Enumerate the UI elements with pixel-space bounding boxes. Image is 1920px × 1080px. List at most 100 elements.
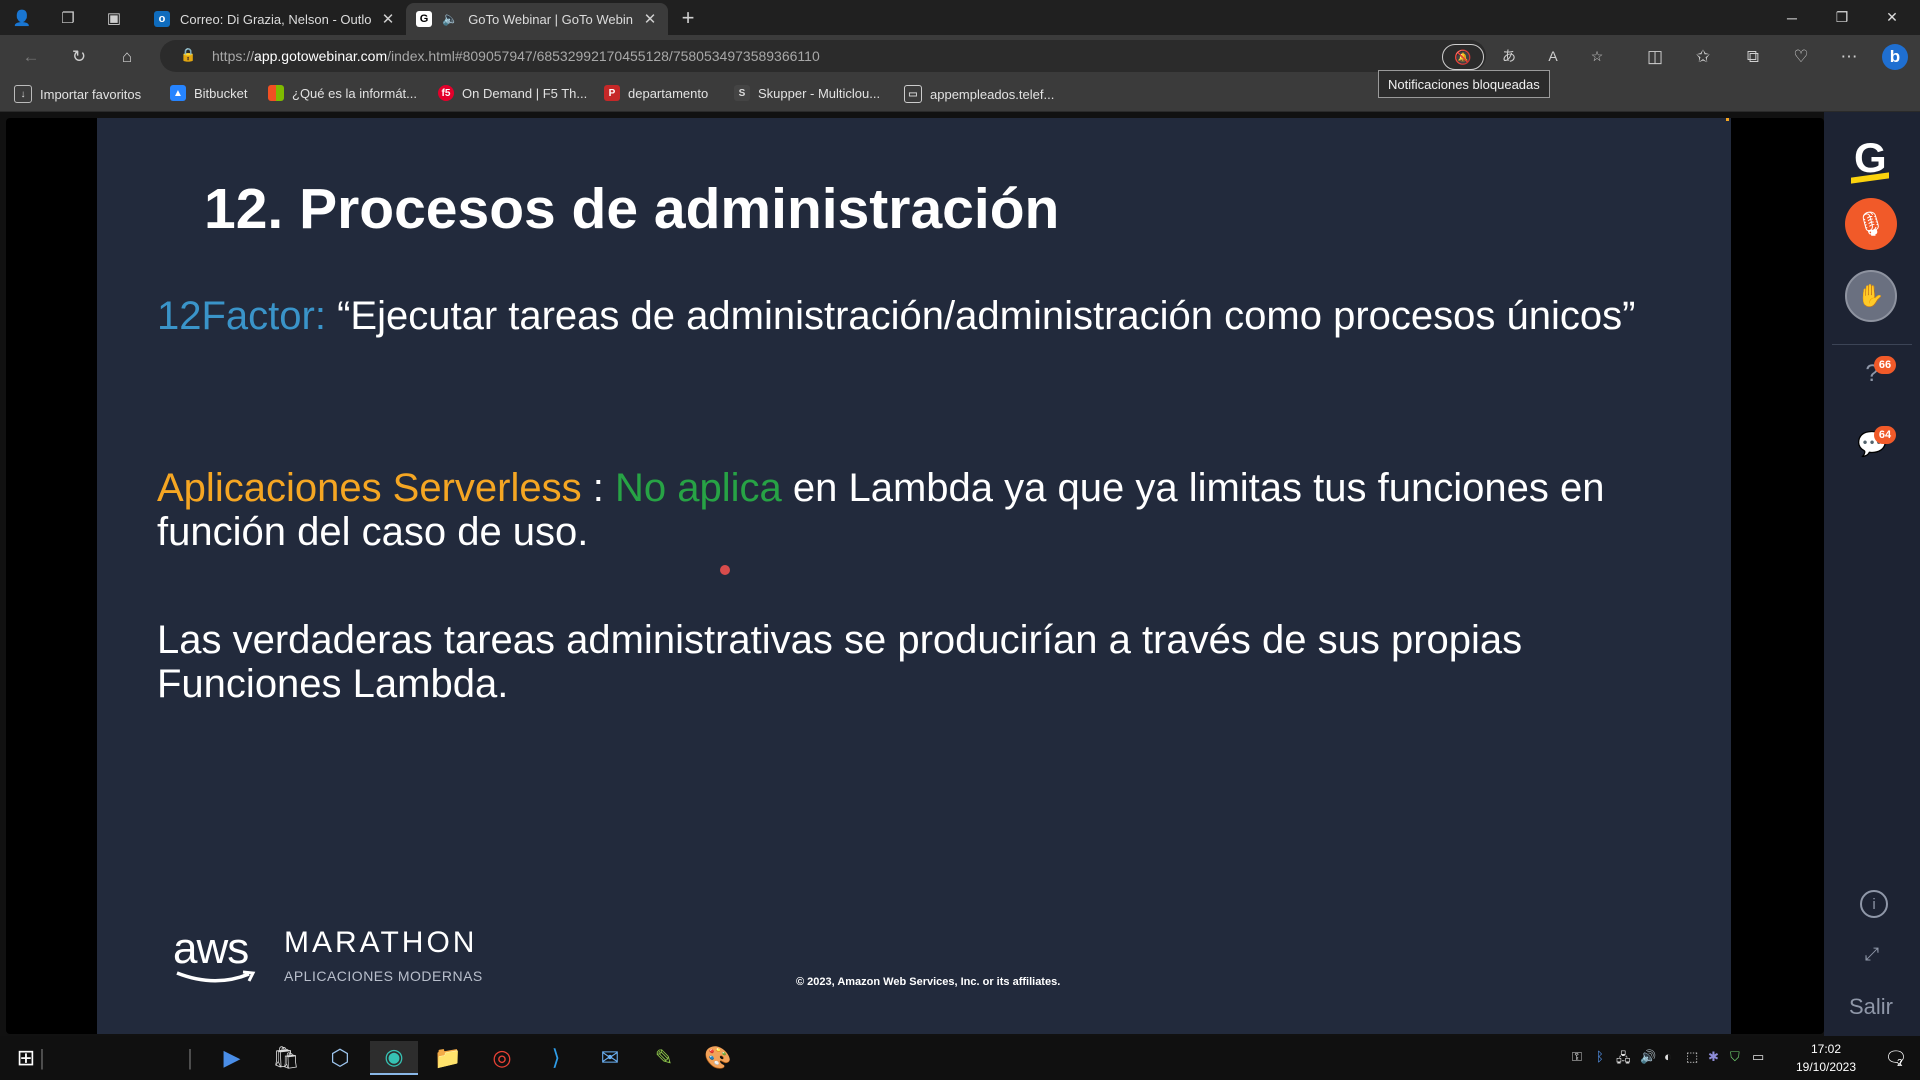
url-host: app.gotowebinar.com xyxy=(254,48,388,64)
tab-gotowebinar[interactable]: G 🔈 GoTo Webinar | GoTo Webin ✕ xyxy=(406,3,668,35)
powershell-icon[interactable]: ▶ xyxy=(208,1041,256,1075)
slide-title: 12. Procesos de administración xyxy=(204,177,1060,241)
minimize-icon[interactable]: ─ xyxy=(1769,0,1815,35)
store-icon[interactable]: 🛍 xyxy=(262,1041,310,1075)
pdf-icon: P xyxy=(604,85,620,101)
favorite-appempleados[interactable]: ▭ appempleados.telef... xyxy=(904,85,1054,103)
split-screen-icon[interactable]: ◫ xyxy=(1642,44,1668,70)
clock-time: 17:02 xyxy=(1810,1042,1842,1056)
security-tray-icon[interactable]: ⚿ xyxy=(1572,1049,1582,1065)
favorite-skupper[interactable]: S Skupper - Multiclou... xyxy=(734,85,880,101)
workspaces-icon[interactable]: ❐ xyxy=(56,6,80,30)
favorite-label: Bitbucket xyxy=(194,85,248,101)
exit-button[interactable]: Salir xyxy=(1849,994,1893,1020)
refresh-icon[interactable]: ↻ xyxy=(66,44,92,70)
bing-copilot-icon[interactable]: b xyxy=(1882,44,1908,70)
notepad-icon[interactable]: ✎ xyxy=(640,1041,688,1075)
paragraph-label: 12Factor: xyxy=(157,294,326,338)
new-tab-button[interactable]: + xyxy=(676,5,700,30)
f5-icon: f5 xyxy=(438,85,454,101)
favorite-f5[interactable]: f5 On Demand | F5 Th... xyxy=(438,85,587,101)
browser-tab-bar: 👤 ❐ ▣ o Correo: Di Grazia, Nelson - Outl… xyxy=(0,0,1920,35)
profile-avatar-icon[interactable]: 👤 xyxy=(10,6,34,30)
favorite-departamento[interactable]: P departamento xyxy=(604,85,708,101)
vpn-icon[interactable]: ◐ xyxy=(1664,1049,1672,1064)
webinar-viewport: 12. Procesos de administración 12Factor:… xyxy=(0,112,1920,1036)
close-tab-icon[interactable]: ✕ xyxy=(642,10,658,28)
paragraph-text: “Ejecutar tareas de administración/admin… xyxy=(325,294,1636,338)
outlook-taskbar-icon[interactable]: ✉ xyxy=(586,1041,634,1075)
taskbar-divider: | xyxy=(39,1045,45,1070)
chat-badge: 64 xyxy=(1874,426,1896,444)
vertical-tabs-icon[interactable]: ▣ xyxy=(102,6,126,30)
teams-tray-icon[interactable]: ✱ xyxy=(1708,1049,1719,1065)
skupper-icon: S xyxy=(734,85,750,101)
tab-outlook[interactable]: o Correo: Di Grazia, Nelson - Outlo ✕ xyxy=(144,3,406,35)
vscode-icon[interactable]: ⟩ xyxy=(532,1041,580,1075)
url-path: /index.html#809057947/6853299217045512​8… xyxy=(387,48,820,64)
favorite-label: appempleados.telef... xyxy=(930,86,1055,102)
volume-icon[interactable]: 🔊 xyxy=(1640,1049,1656,1065)
raise-hand-icon[interactable]: ✋ xyxy=(1845,270,1897,322)
favorite-bitbucket[interactable]: ▲ Bitbucket xyxy=(170,85,247,101)
paragraph-highlight: No aplica xyxy=(614,466,782,510)
slide-paragraph-lambda: Las verdaderas tareas administrativas se… xyxy=(157,618,1523,706)
url-text[interactable]: https://app.gotowebinar.com/index.html#8… xyxy=(212,48,820,64)
favorite-star-icon[interactable]: ☆ xyxy=(1584,44,1610,68)
browser-essentials-icon[interactable]: ♡ xyxy=(1788,44,1814,70)
back-icon[interactable]: ← xyxy=(18,44,44,70)
battery-icon[interactable]: ▭ xyxy=(1752,1049,1764,1065)
home-icon[interactable]: ⌂ xyxy=(114,44,140,70)
favorite-import[interactable]: ↓ Importar favoritos xyxy=(14,85,141,103)
notifications-blocked-icon[interactable]: 🔕 xyxy=(1442,44,1484,70)
virtualbox-icon[interactable]: ⬡ xyxy=(316,1041,364,1075)
aws-smile-icon xyxy=(176,970,256,983)
presentation-slide: 12. Procesos de administración 12Factor:… xyxy=(97,118,1731,1034)
chrome-icon[interactable]: ◎ xyxy=(478,1041,526,1075)
goto-icon: G xyxy=(416,11,432,27)
notification-center-icon[interactable]: 🗨 xyxy=(1872,1041,1920,1075)
read-aloud-icon[interactable]: A xyxy=(1540,44,1566,68)
browser-toolbar: ← ↻ ⌂ 🔒 https://app.gotowebinar.com/inde… xyxy=(0,35,1920,77)
edge-icon[interactable]: ◉ xyxy=(370,1041,418,1075)
bluetooth-icon[interactable]: ᛒ xyxy=(1596,1049,1604,1064)
taskbar-divider: | xyxy=(187,1045,193,1070)
lock-icon[interactable]: 🔒 xyxy=(180,47,196,63)
tab-title: Correo: Di Grazia, Nelson - Outlo xyxy=(180,11,372,27)
page-icon: ▭ xyxy=(904,85,922,103)
slide-copyright: © 2023, Amazon Web Services, Inc. or its… xyxy=(796,976,1061,988)
close-tab-icon[interactable]: ✕ xyxy=(380,10,396,28)
translate-icon[interactable]: あ xyxy=(1496,44,1522,68)
system-clock[interactable]: 17:02 19/10/2023 xyxy=(1782,1040,1870,1076)
fullscreen-icon[interactable]: ⤢ xyxy=(1856,938,1888,970)
defender-icon[interactable]: ⛉ xyxy=(1730,1049,1740,1065)
microphone-icon[interactable]: 🎙 xyxy=(1845,198,1897,250)
slide-paragraph-serverless: Aplicaciones Serverless : No aplica en L… xyxy=(157,466,1677,554)
restore-icon[interactable]: ❐ xyxy=(1819,0,1865,35)
rail-divider xyxy=(1832,344,1912,345)
close-window-icon[interactable]: ✕ xyxy=(1869,0,1915,35)
favorite-informatica[interactable]: ¿Qué es la informát... xyxy=(268,85,417,101)
favorites-icon[interactable]: ✩ xyxy=(1690,44,1716,70)
display-icon[interactable]: ⬚ xyxy=(1686,1049,1698,1065)
bitbucket-icon: ▲ xyxy=(170,85,186,101)
outlook-icon: o xyxy=(154,11,170,27)
favorite-label: Skupper - Multiclou... xyxy=(758,85,881,101)
favorites-bar: ↓ Importar favoritos ▲ Bitbucket ¿Qué es… xyxy=(0,77,1920,112)
import-icon: ↓ xyxy=(14,85,32,103)
collections-icon[interactable]: ⧉ xyxy=(1740,44,1766,70)
paint-icon[interactable]: 🎨 xyxy=(694,1041,742,1075)
speaker-icon[interactable]: 🔈 xyxy=(442,11,458,27)
brand-subtitle: APLICACIONES MODERNAS xyxy=(284,968,483,984)
info-icon[interactable]: i xyxy=(1860,890,1888,918)
favorite-label: ¿Qué es la informát... xyxy=(292,85,417,101)
file-explorer-icon[interactable]: 📁 xyxy=(424,1041,472,1075)
questions-badge: 66 xyxy=(1874,356,1896,374)
more-options-icon[interactable]: ⋯ xyxy=(1836,44,1862,70)
favorite-label: On Demand | F5 Th... xyxy=(462,85,588,101)
url-scheme: https:// xyxy=(212,48,255,64)
network-icon[interactable]: 🖧 xyxy=(1616,1049,1631,1071)
aws-logo: aws xyxy=(173,924,249,973)
address-bar[interactable]: 🔒 https://app.gotowebinar.com/index.html… xyxy=(160,40,1603,72)
goto-control-rail: G 🎙 ✋ ? 66 💬 64 i ⤢ Salir xyxy=(1824,112,1920,1036)
